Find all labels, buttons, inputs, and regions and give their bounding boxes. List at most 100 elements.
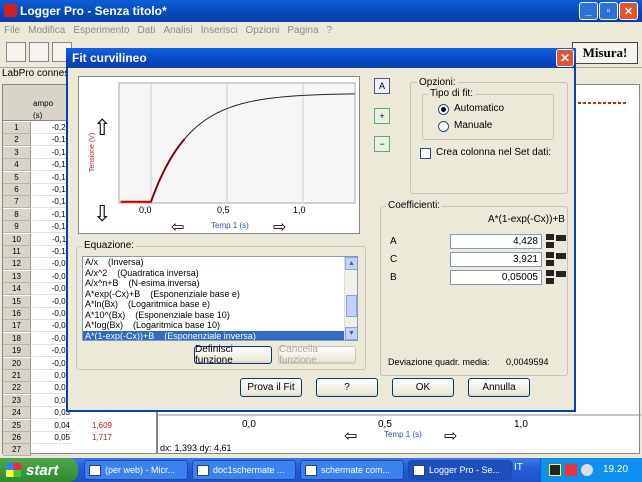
- dialog-close-button[interactable]: ✕: [556, 49, 574, 67]
- taskbar-task[interactable]: Logger Pro - Se...: [408, 460, 512, 480]
- manual-radio[interactable]: [438, 121, 449, 132]
- taskbar-task[interactable]: schermate com...: [300, 460, 404, 480]
- tray-security-icon[interactable]: [565, 464, 577, 476]
- zoom-out-icon[interactable]: −: [374, 136, 390, 152]
- minimize-button[interactable]: _: [579, 2, 598, 20]
- voltage-cell[interactable]: 1,717: [75, 432, 115, 444]
- row-number[interactable]: 8: [3, 208, 31, 221]
- help-button[interactable]: ?: [316, 378, 378, 397]
- create-column-label[interactable]: Crea colonna nel Set dati:: [436, 147, 551, 158]
- tray-app-icon[interactable]: [549, 464, 561, 476]
- tray-volume-icon[interactable]: [581, 464, 593, 476]
- fit-graph[interactable]: ⇧ ⇩ Tensione (V) 0,0 0,5 1,0 ⇦ Temp 1 (s…: [78, 76, 360, 237]
- measure-button[interactable]: Misura!: [572, 42, 638, 64]
- taskbar-task[interactable]: (per web) - Micr...: [84, 460, 188, 480]
- menu-item[interactable]: Dati: [134, 25, 160, 36]
- define-function-button[interactable]: Definisci funzione: [194, 344, 272, 366]
- scroll-down-icon[interactable]: ▼: [345, 327, 357, 340]
- row-number[interactable]: 25: [3, 419, 31, 432]
- row-number[interactable]: 10: [3, 233, 31, 246]
- coefficient-value-field[interactable]: 4,428: [450, 234, 542, 249]
- menu-item[interactable]: Esperimento: [69, 25, 133, 36]
- open-file-icon[interactable]: [29, 42, 49, 62]
- delete-function-button[interactable]: Cancella funzione: [278, 344, 356, 366]
- manual-radio-label[interactable]: Manuale: [454, 120, 492, 131]
- menu-item[interactable]: ?: [323, 25, 337, 36]
- maximize-button[interactable]: ▫: [599, 2, 618, 20]
- menu-item[interactable]: Analisi: [159, 25, 196, 36]
- scroll-up-icon[interactable]: ▲: [345, 257, 357, 270]
- menu-item[interactable]: File: [0, 25, 24, 36]
- voltage-cell[interactable]: 1,609: [75, 420, 115, 432]
- coefficient-lock-icon[interactable]: [556, 253, 566, 259]
- auto-radio[interactable]: [438, 104, 449, 115]
- row-number[interactable]: 2: [3, 134, 31, 147]
- coefficient-value-field[interactable]: 0,05005: [450, 270, 542, 285]
- row-number[interactable]: 3: [3, 146, 31, 159]
- start-button[interactable]: start: [0, 458, 78, 482]
- new-file-icon[interactable]: [6, 42, 26, 62]
- row-number[interactable]: 15: [3, 295, 31, 308]
- row-number[interactable]: 7: [3, 196, 31, 209]
- time-cell[interactable]: 0,05: [33, 432, 73, 444]
- row-number[interactable]: 9: [3, 221, 31, 234]
- row-number[interactable]: 24: [3, 407, 31, 420]
- try-fit-button[interactable]: Prova il Fit: [240, 378, 302, 397]
- equation-list-item[interactable]: A*log(Bx) (Logaritmica base 10): [83, 320, 357, 331]
- coefficient-lock-icon[interactable]: [556, 271, 566, 277]
- close-button[interactable]: ✕: [619, 2, 638, 20]
- main-x-axis-label[interactable]: Temp 1 (s): [384, 430, 422, 439]
- row-number[interactable]: 26: [3, 432, 31, 444]
- row-number[interactable]: 22: [3, 382, 31, 395]
- row-number[interactable]: 27: [3, 444, 31, 457]
- equation-list-scrollbar[interactable]: ▲ ▼: [344, 257, 357, 340]
- scroll-left-arrow-icon[interactable]: ⇦: [344, 426, 357, 446]
- row-number[interactable]: 11: [3, 246, 31, 258]
- equation-list-item[interactable]: A/x (Inversa): [83, 257, 357, 268]
- row-number[interactable]: 19: [3, 345, 31, 358]
- row-number[interactable]: 13: [3, 270, 31, 283]
- auto-radio-label[interactable]: Automatico: [454, 103, 504, 114]
- row-number[interactable]: 12: [3, 258, 31, 271]
- equation-list-item[interactable]: A/x^2 (Quadratica inversa): [83, 268, 357, 279]
- row-number[interactable]: 20: [3, 357, 31, 370]
- scroll-left-arrow-icon[interactable]: ⇦: [171, 217, 184, 237]
- scroll-right-arrow-icon[interactable]: ⇨: [444, 426, 457, 446]
- menu-item[interactable]: Modifica: [24, 25, 69, 36]
- autoscale-icon[interactable]: A: [374, 78, 390, 94]
- equation-list-item[interactable]: A*10^(Bx) (Esponenziale base 10): [83, 310, 357, 321]
- zoom-in-icon[interactable]: +: [374, 108, 390, 124]
- time-cell[interactable]: [33, 444, 73, 457]
- fit-x-axis-label[interactable]: Temp 1 (s): [211, 221, 249, 230]
- row-number[interactable]: 18: [3, 332, 31, 345]
- row-number[interactable]: 1: [3, 122, 31, 134]
- row-number[interactable]: 16: [3, 308, 31, 320]
- equation-list-item[interactable]: A/x^n+B (N-esima inversa): [83, 278, 357, 289]
- coefficient-value-field[interactable]: 3,921: [450, 252, 542, 267]
- ok-button[interactable]: OK: [392, 378, 454, 397]
- equation-list[interactable]: A/x (Inversa) A/x^2 (Quadratica inversa) A/x…: [82, 256, 358, 341]
- scrollbar-thumb[interactable]: [346, 295, 357, 317]
- coefficient-spinner-icon[interactable]: [546, 270, 554, 284]
- row-number[interactable]: 4: [3, 159, 31, 172]
- row-number[interactable]: 6: [3, 184, 31, 196]
- equation-list-item[interactable]: A*ln(Bx) (Logaritmica base e): [83, 299, 357, 310]
- cancel-button[interactable]: Annulla: [468, 378, 530, 397]
- coefficient-spinner-icon[interactable]: [546, 252, 554, 266]
- equation-list-item[interactable]: A*(1-exp(-Cx))+B (Esponenziale inversa): [83, 330, 357, 340]
- coefficient-lock-icon[interactable]: [556, 235, 566, 241]
- menu-item[interactable]: Inserisci: [197, 25, 242, 36]
- scroll-right-arrow-icon[interactable]: ⇨: [273, 217, 286, 237]
- row-number[interactable]: 5: [3, 171, 31, 184]
- time-cell[interactable]: 0,04: [33, 420, 73, 432]
- row-number[interactable]: 23: [3, 394, 31, 407]
- taskbar-task[interactable]: doc1schermate ...: [192, 460, 296, 480]
- coefficient-spinner-icon[interactable]: [546, 234, 554, 248]
- row-number[interactable]: 14: [3, 283, 31, 296]
- equation-list-item[interactable]: A*exp(-Cx)+B (Esponenziale base e): [83, 289, 357, 300]
- menu-item[interactable]: Opzioni: [241, 25, 283, 36]
- language-indicator[interactable]: IT: [514, 462, 523, 473]
- row-number[interactable]: 21: [3, 370, 31, 382]
- scroll-down-arrow-icon[interactable]: ⇩: [93, 201, 111, 227]
- row-number[interactable]: 17: [3, 320, 31, 333]
